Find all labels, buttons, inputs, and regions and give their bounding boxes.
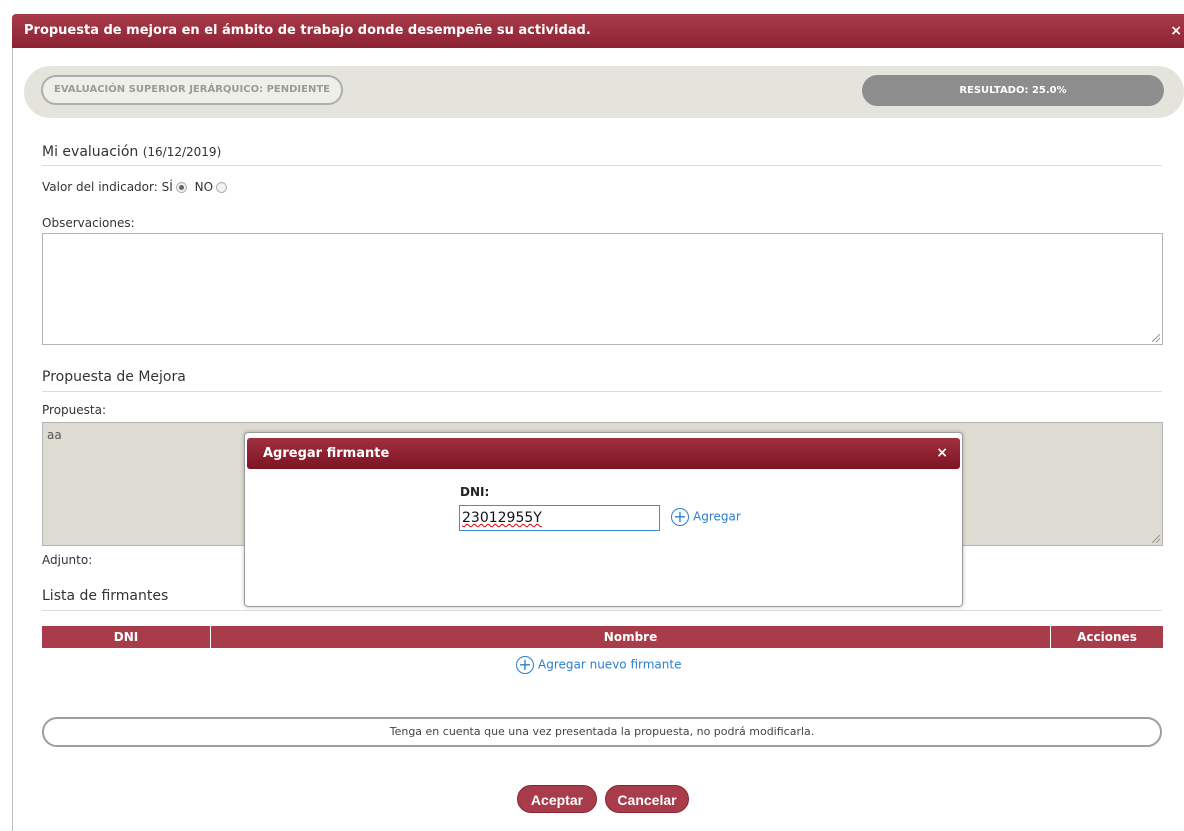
resize-grip-icon[interactable] (1152, 334, 1160, 342)
window-titlebar: Propuesta de mejora en el ámbito de trab… (12, 14, 1184, 48)
window-title: Propuesta de mejora en el ámbito de trab… (24, 23, 591, 38)
divider (42, 610, 1162, 611)
evaluation-status-badge: EVALUACIÓN SUPERIOR JERÁRQUICO: PENDIENT… (41, 75, 343, 105)
column-header-acciones[interactable]: Acciones (1051, 626, 1163, 648)
result-badge: RESULTADO: 25.0% (862, 75, 1164, 106)
column-header-dni[interactable]: DNI (42, 626, 211, 648)
cancel-button[interactable]: Cancelar (605, 785, 689, 813)
indicator-label: Valor del indicador: (42, 180, 158, 194)
yes-label: SÍ (161, 180, 173, 194)
add-signer-dialog: Agregar firmante × DNI: 23012955Y + Agreg… (244, 432, 963, 607)
attachment-label: Adjunto: (42, 553, 93, 567)
dialog-header: Agregar firmante × (247, 438, 960, 469)
proposal-label: Propuesta: (42, 403, 106, 417)
proposal-value: aa (47, 428, 62, 442)
evaluation-date: (16/12/2019) (142, 145, 222, 159)
plus-circle-icon: + (516, 656, 534, 674)
proposal-heading: Propuesta de Mejora (42, 369, 186, 385)
my-evaluation-title: Mi evaluación (42, 144, 139, 160)
dialog-title: Agregar firmante (263, 446, 390, 461)
resize-grip-icon[interactable] (1152, 535, 1160, 543)
add-new-signer-link[interactable]: + Agregar nuevo firmante (516, 656, 681, 674)
add-new-signer-label: Agregar nuevo firmante (538, 657, 682, 672)
close-icon[interactable]: × (1170, 14, 1182, 48)
dni-label: DNI: (460, 485, 490, 499)
divider (42, 165, 1162, 166)
accept-button[interactable]: Aceptar (517, 785, 597, 813)
plus-circle-icon: + (671, 508, 689, 526)
divider (42, 391, 1162, 392)
add-signer-label: Agregar (693, 509, 741, 524)
dni-input-value: 23012955Y (462, 510, 542, 526)
dialog-close-icon[interactable]: × (936, 438, 948, 469)
add-signer-button[interactable]: + Agregar (671, 508, 741, 526)
no-radio[interactable] (216, 182, 228, 193)
no-label: NO (194, 180, 214, 194)
indicator-row: Valor del indicador: SÍ NO (42, 180, 231, 194)
observations-label: Observaciones: (42, 216, 135, 230)
signers-heading: Lista de firmantes (42, 588, 169, 604)
observations-textarea[interactable] (42, 233, 1163, 345)
notice-banner: Tenga en cuenta que una vez presentada l… (42, 717, 1162, 747)
yes-radio[interactable] (175, 182, 187, 193)
column-header-nombre[interactable]: Nombre (211, 626, 1051, 648)
dni-input[interactable]: 23012955Y (459, 505, 660, 531)
signers-table-header: DNI Nombre Acciones (42, 626, 1163, 648)
my-evaluation-heading: Mi evaluación (16/12/2019) (42, 144, 221, 160)
